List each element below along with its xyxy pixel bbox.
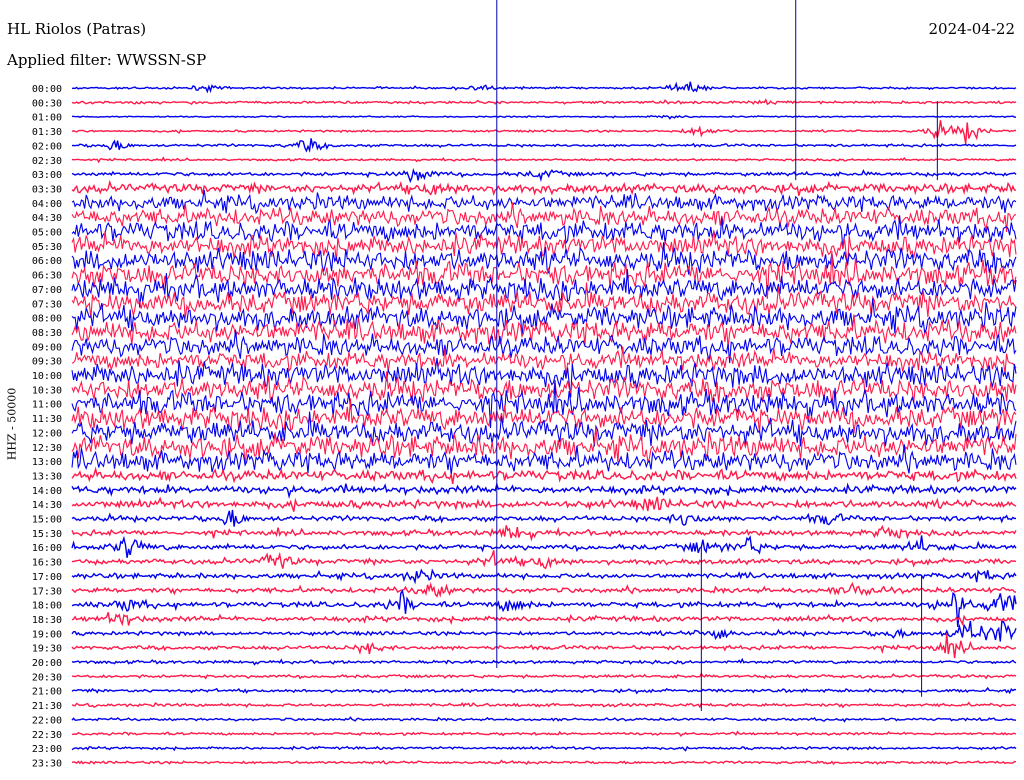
row-label-2300: 23:00 <box>32 744 62 755</box>
trace-row-2000 <box>71 657 1017 666</box>
row-label-1100: 11:00 <box>32 400 62 411</box>
row-label-1030: 10:30 <box>32 385 62 396</box>
trace-row-0430 <box>71 202 1017 232</box>
row-label-1230: 12:30 <box>32 443 62 454</box>
row-label-0700: 07:00 <box>32 285 62 296</box>
row-label-2000: 20:00 <box>32 658 62 669</box>
trace-row-2200 <box>71 716 1017 723</box>
trace-row-0130 <box>71 120 1016 145</box>
trace-row-1930 <box>71 633 1017 659</box>
row-label-0230: 02:30 <box>32 156 62 167</box>
trace-row-0230 <box>71 156 1017 164</box>
channel-label-text: HHZ - 50000 <box>5 387 19 461</box>
trace-row-0900 <box>71 329 1017 364</box>
row-label-2200: 22:00 <box>32 715 62 726</box>
row-label-0800: 08:00 <box>32 314 62 325</box>
row-label-0830: 08:30 <box>32 328 62 339</box>
trace-row-2330 <box>71 759 1017 766</box>
row-label-0200: 02:00 <box>32 141 62 152</box>
trace-row-1730 <box>71 581 1017 598</box>
date-label: 2024-04-22 <box>928 20 1015 38</box>
row-label-0900: 09:00 <box>32 342 62 353</box>
trace-row-1830 <box>71 612 1017 627</box>
filter-label: Applied filter: WWSSN-SP <box>7 51 207 69</box>
row-label-2330: 23:30 <box>32 758 62 769</box>
row-label-0630: 06:30 <box>32 271 62 282</box>
row-label-0930: 09:30 <box>32 357 62 368</box>
row-label-1830: 18:30 <box>32 615 62 626</box>
row-label-1300: 13:00 <box>32 457 62 468</box>
helicorder-plot: 00:00 00:30 01:00 01:30 02:00 02:30 03:00 03:30… <box>32 0 1017 769</box>
row-label-1530: 15:30 <box>32 529 62 540</box>
row-label-1700: 17:00 <box>32 572 62 583</box>
trace-row-1900 <box>71 620 1017 642</box>
row-label-1930: 19:30 <box>32 644 62 655</box>
trace-row-0030 <box>71 98 1017 106</box>
trace-row-0200 <box>71 138 1017 153</box>
row-label-1330: 13:30 <box>32 471 62 482</box>
trace-row-2300 <box>71 745 1017 752</box>
trace-row-2100 <box>71 686 1017 695</box>
row-label-2030: 20:30 <box>32 672 62 683</box>
trace-row-1430 <box>71 496 1017 512</box>
row-label-0000: 00:00 <box>32 84 62 95</box>
trace-row-1700 <box>71 568 1017 585</box>
trace-row-1630 <box>72 550 1017 570</box>
row-label-1800: 18:00 <box>32 601 62 612</box>
row-label-0330: 03:30 <box>32 184 62 195</box>
trace-row-2130 <box>71 701 1016 709</box>
trace-row-0300 <box>71 168 1017 184</box>
row-label-1430: 14:30 <box>32 500 62 511</box>
row-label-1600: 16:00 <box>32 543 62 554</box>
trace-row-0000 <box>71 81 1017 94</box>
row-label-1400: 14:00 <box>32 486 62 497</box>
row-label-0600: 06:00 <box>32 256 62 267</box>
row-label-group: 00:00 00:30 01:00 01:30 02:00 02:30 03:00 03:30… <box>32 84 62 769</box>
trace-row-0330 <box>71 179 1017 197</box>
trace-row-1500 <box>71 509 1017 527</box>
row-label-0030: 00:30 <box>32 98 62 109</box>
trace-group <box>71 81 1017 766</box>
row-label-0100: 01:00 <box>32 113 62 124</box>
row-label-1630: 16:30 <box>32 558 62 569</box>
row-label-0530: 05:30 <box>32 242 62 253</box>
row-label-1000: 10:00 <box>32 371 62 382</box>
row-label-2100: 21:00 <box>32 687 62 698</box>
row-label-1500: 15:00 <box>32 515 62 526</box>
trace-row-1400 <box>71 481 1017 500</box>
trace-row-1330 <box>71 466 1017 485</box>
trace-row-2030 <box>71 672 1017 680</box>
row-label-0300: 03:00 <box>32 170 62 181</box>
row-label-1900: 19:00 <box>32 629 62 640</box>
row-label-1730: 17:30 <box>32 586 62 597</box>
row-label-0500: 05:00 <box>32 228 62 239</box>
trace-row-2230 <box>71 730 1017 738</box>
row-label-0730: 07:30 <box>32 299 62 310</box>
row-label-0130: 01:30 <box>32 127 62 138</box>
trace-row-1600 <box>71 535 1017 558</box>
trace-row-1800 <box>71 589 1017 628</box>
row-label-0400: 04:00 <box>32 199 62 210</box>
row-label-0430: 04:30 <box>32 213 62 224</box>
trace-row-0100 <box>71 114 1017 120</box>
row-label-2130: 21:30 <box>32 701 62 712</box>
trace-row-1530 <box>71 524 1017 542</box>
station-title: HL Riolos (Patras) <box>7 20 147 38</box>
row-label-1130: 11:30 <box>32 414 62 425</box>
row-label-1200: 12:00 <box>32 428 62 439</box>
row-label-2230: 22:30 <box>32 730 62 741</box>
